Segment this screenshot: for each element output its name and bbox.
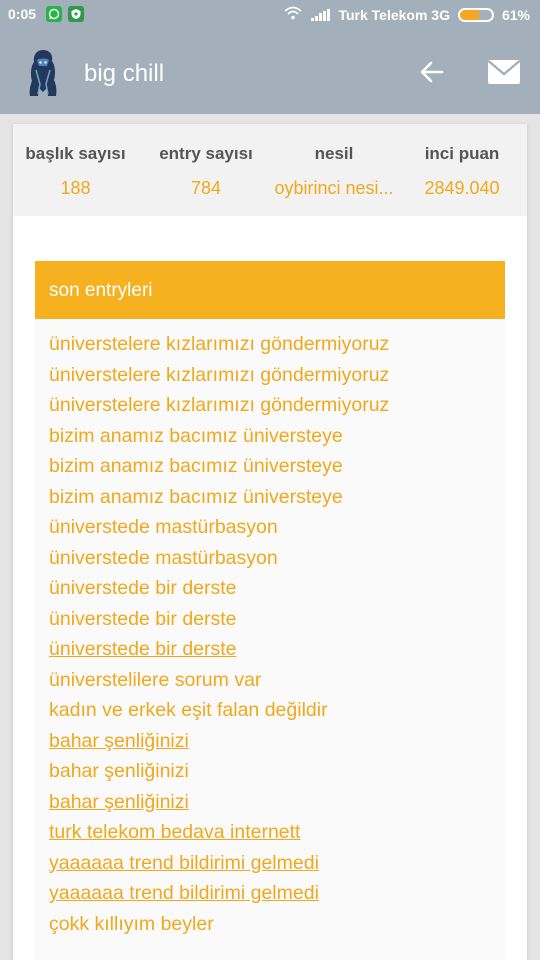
entry-link[interactable]: bizim anamız bacımız üniversteye [49,421,389,452]
battery-icon [457,7,494,22]
wifi-icon [283,6,303,23]
page-title: big chill [84,60,165,87]
entry-link[interactable]: üniverstede bir derste [49,634,389,665]
avatar[interactable] [26,48,60,98]
entry-link[interactable]: üniverstede bir derste [49,573,389,604]
entry-link[interactable]: bizim anamız bacımız üniversteye [49,482,389,513]
recent-entries-panel: üniverstelere kızlarımızı göndermiyoruz ü… [35,319,505,960]
status-bar-right: Turk Telekom 3G 61% [283,6,530,23]
clock: 0:05 [8,6,37,22]
entry-link[interactable]: üniverstede bir derste [49,604,389,635]
battery-level [459,9,480,20]
entry-link[interactable]: bahar şenliğinizi [49,787,389,818]
stat-value[interactable]: 188 [60,178,90,199]
stat-label: entry sayısı [159,144,253,163]
whatsapp-icon [46,6,63,22]
battery-percent: 61% [501,6,530,23]
entry-link[interactable]: turk telekom bedava internett [49,817,389,848]
entry-link[interactable]: kadın ve erkek eşit falan değildir [49,695,389,726]
entry-link[interactable]: üniverstelere kızlarımızı göndermiyoruz [49,360,389,391]
entry-link[interactable]: yaaaaaa trend bildirimi gelmedi [49,878,389,909]
stats-row: başlık sayısı 188 entry sayısı 784 nesil… [13,124,527,216]
back-button[interactable] [414,54,450,90]
stat-label: nesil [314,144,354,163]
message-button[interactable] [486,56,522,88]
entry-link[interactable]: çokk kıllıyım beyler [49,909,389,940]
cell-signal-icon [311,8,331,21]
entry-link[interactable]: bizim anamız bacımız üniversteye [49,451,389,482]
mail-icon [487,60,521,84]
security-app-icon [68,6,85,22]
recent-entries-header: son entryleri [35,261,505,319]
profile-card: başlık sayısı 188 entry sayısı 784 nesil… [13,124,527,960]
back-arrow-icon [420,61,444,83]
stat-label: başlık sayısı [25,144,126,163]
entry-link[interactable]: üniverstede mastürbasyon [49,512,389,543]
recent-entries-list: üniverstelere kızlarımızı göndermiyoruz ü… [49,329,389,939]
entry-link[interactable]: üniverstelere kızlarımızı göndermiyoruz [49,329,389,360]
entry-link[interactable]: üniverstelilere sorum var [49,665,389,696]
entry-link[interactable]: bahar şenliğinizi [49,726,389,757]
stat-label: inci puan [424,144,500,163]
entry-link[interactable]: yaaaaaa trend bildirimi gelmedi [49,848,389,879]
carrier-name: Turk Telekom 3G [338,6,450,23]
app-bar: big chill [0,30,540,114]
stat-value[interactable]: oybirinci nesi... [274,178,393,199]
status-bar: 0:05 Turk Telekom 3G 61% [0,0,540,30]
entry-link[interactable]: üniverstelere kızlarımızı göndermiyoruz [49,390,389,421]
entry-link[interactable]: üniverstede mastürbasyon [49,543,389,574]
status-bar-left: 0:05 [8,6,85,22]
stat-value[interactable]: 784 [191,178,221,199]
recent-entries-title: son entryleri [49,280,153,301]
stat-value[interactable]: 2849.040 [424,178,499,199]
entry-link[interactable]: bahar şenliğinizi [49,756,389,787]
